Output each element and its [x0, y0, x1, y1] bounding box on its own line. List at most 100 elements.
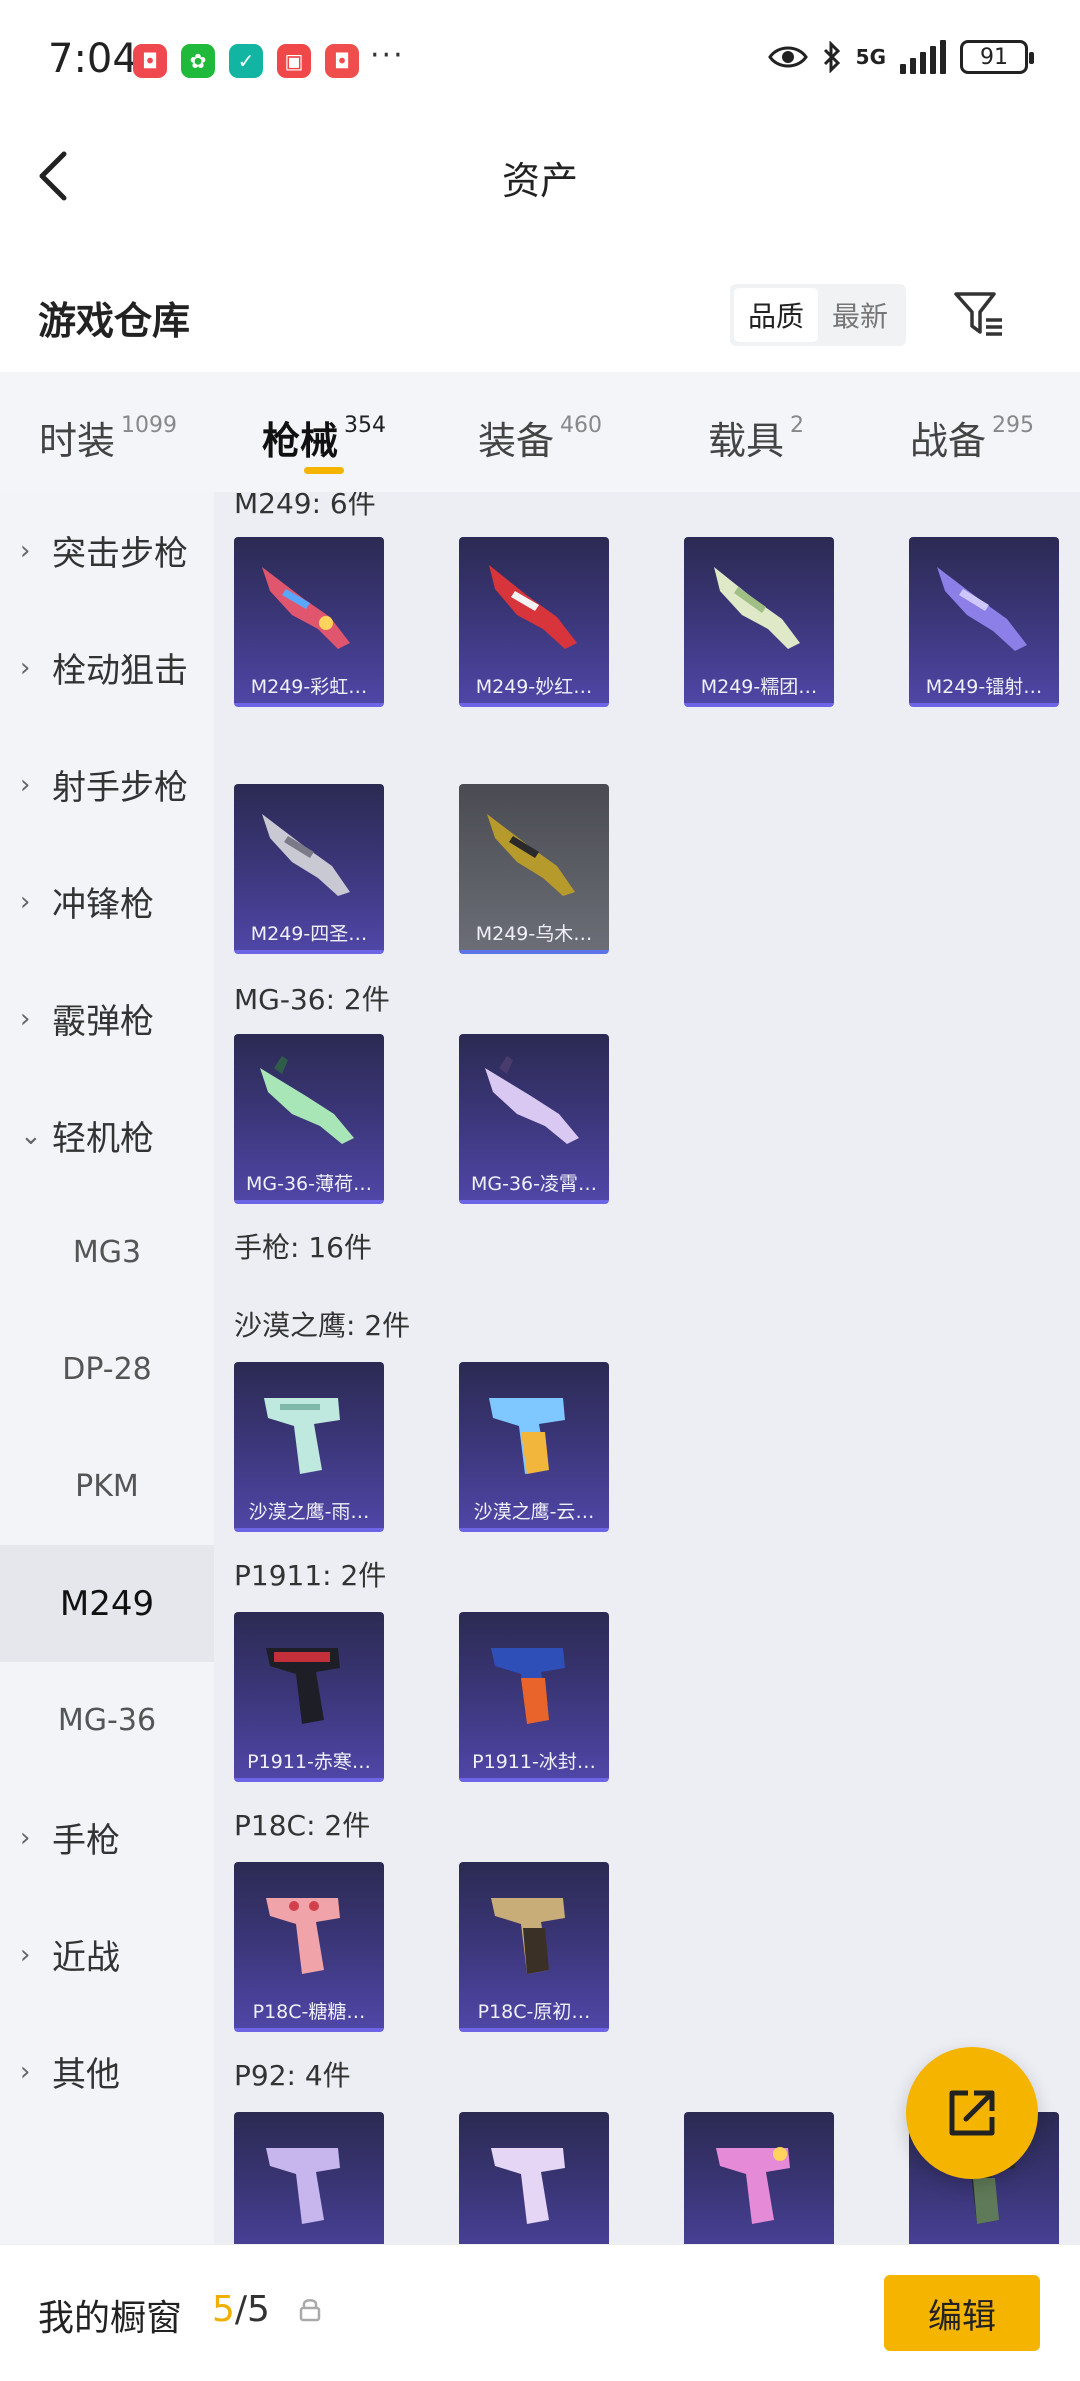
tab-vehicles[interactable]: 载具 2 [648, 372, 864, 492]
item-card[interactable]: M249-镭射… [909, 537, 1059, 707]
sidebar-subitem-mg36[interactable]: MG-36 [0, 1662, 214, 1779]
pistol-skin-image [264, 1398, 340, 1474]
tab-supplies[interactable]: 战备 295 [864, 372, 1080, 492]
network-5g-label: 5G [855, 45, 886, 69]
item-name: 沙漠之鹰-云… [473, 1501, 595, 1523]
sidebar-item-shotgun[interactable]: › 霰弹枪 [0, 960, 214, 1077]
rifle-skin-image [485, 1056, 579, 1144]
pistol-skin-image [491, 1648, 565, 1724]
item-card[interactable]: M249-乌木… [459, 784, 609, 954]
share-button[interactable] [906, 2047, 1038, 2179]
sidebar-item-label: 射手步枪 [52, 768, 188, 808]
item-card[interactable] [459, 2112, 609, 2244]
bluetooth-icon [823, 41, 840, 73]
item-card[interactable]: M249-糯团… [684, 537, 834, 707]
item-card[interactable]: P18C-原初… [459, 1862, 609, 2032]
signal-icon [900, 40, 946, 74]
sidebar-item-melee[interactable]: › 近战 [0, 1896, 214, 2013]
item-card[interactable] [684, 2112, 834, 2244]
pistol-skin-image [716, 2147, 790, 2224]
item-card[interactable]: P1911-赤寒… [234, 1612, 384, 1782]
item-card[interactable]: M249-四圣… [234, 784, 384, 954]
item-card[interactable]: P18C-糖糖… [234, 1862, 384, 2032]
sort-quality-button[interactable]: 品质 [734, 288, 818, 342]
tab-fashion[interactable]: 时装 1099 [0, 372, 216, 492]
gift-app-icon: ▣ [277, 44, 311, 78]
item-card[interactable]: M249-彩虹… [234, 537, 384, 707]
item-card[interactable] [234, 2112, 384, 2244]
item-name: MG-36-凌霄… [470, 1173, 597, 1195]
chevron-right-icon: › [20, 1822, 31, 1853]
tab-equipment[interactable]: 装备 460 [432, 372, 648, 492]
item-card[interactable]: 沙漠之鹰-云… [459, 1362, 609, 1532]
sidebar-item-pistol[interactable]: › 手枪 [0, 1779, 214, 1896]
filter-button[interactable] [950, 286, 1006, 342]
tab-count: 460 [560, 412, 602, 438]
tab-label: 装备 [477, 418, 554, 463]
group-label-pistol: 手枪: 16件 [234, 1231, 372, 1264]
tab-weapons[interactable]: 枪械 354 [216, 372, 432, 492]
sidebar-item-label: 近战 [52, 1938, 120, 1978]
chevron-right-icon: › [20, 769, 31, 800]
sort-latest-button[interactable]: 最新 [818, 288, 902, 342]
item-name: 沙漠之鹰-雨… [248, 1501, 370, 1523]
item-grid: M249: 6件 M249-彩虹… M249-妙红… M249-糯团… M249… [214, 492, 1080, 2244]
battery-level: 91 [980, 44, 1008, 70]
item-name: M249-妙红… [475, 676, 593, 698]
rifle-skin-image [487, 814, 575, 896]
tab-count: 354 [344, 412, 386, 438]
eye-icon [767, 46, 808, 68]
item-card[interactable]: P1911-冰封… [459, 1612, 609, 1782]
app-screen: 7:04 ◘ ✿ ✓ ▣ ◘ ··· 5G 91 资产 游戏仓库 品质 最新 时… [0, 0, 1080, 2381]
category-tabs: 时装 1099 枪械 354 装备 460 载具 2 战备 295 [0, 372, 1080, 492]
chevron-right-icon: › [20, 535, 31, 566]
rifle-skin-image [714, 567, 800, 649]
item-name: M249-糯团… [700, 676, 818, 698]
chevron-right-icon: › [20, 1003, 31, 1034]
security-app-icon: ✓ [229, 44, 263, 78]
showcase-total: /5 [234, 2289, 270, 2330]
showcase-label: 我的橱窗 [38, 2298, 183, 2339]
sidebar-subitem-mg3[interactable]: MG3 [0, 1194, 214, 1311]
rifle-skin-image [489, 565, 577, 649]
store-app-icon: ◘ [325, 44, 359, 78]
sidebar-item-label: 突击步枪 [52, 534, 188, 574]
chevron-down-icon: ⌄ [20, 1120, 42, 1151]
pistol-skin-image [491, 2148, 565, 2224]
showcase-bar: 我的橱窗 5/5 编辑 [0, 2244, 1080, 2381]
nav-header: 资产 [0, 124, 1080, 228]
item-name: M249-四圣… [250, 923, 368, 945]
status-bar: 7:04 ◘ ✿ ✓ ▣ ◘ ··· 5G 91 [0, 0, 1080, 124]
item-card[interactable]: MG-36-凌霄… [459, 1034, 609, 1204]
sidebar-subitem-m249[interactable]: M249 [0, 1545, 214, 1662]
group-label-p18c: P18C: 2件 [234, 1809, 371, 1842]
sidebar-subitem-dp28[interactable]: DP-28 [0, 1311, 214, 1428]
pistol-skin-image [266, 1898, 340, 1974]
tab-count: 2 [790, 412, 804, 438]
pistol-skin-image [491, 1898, 565, 1974]
notification-app-icons: ◘ ✿ ✓ ▣ ◘ [133, 44, 359, 78]
sidebar-item-smg[interactable]: › 冲锋枪 [0, 843, 214, 960]
sidebar-item-bolt-sniper[interactable]: › 栓动狙击 [0, 609, 214, 726]
item-card[interactable]: M249-妙红… [459, 537, 609, 707]
item-card[interactable]: 沙漠之鹰-雨… [234, 1362, 384, 1532]
item-name: P18C-糖糖… [252, 2001, 366, 2023]
chevron-right-icon: › [20, 1939, 31, 1970]
sidebar-item-lmg[interactable]: ⌄ 轻机枪 [0, 1077, 214, 1194]
group-label-p92: P92: 4件 [234, 2059, 351, 2092]
status-time: 7:04 [48, 36, 138, 82]
share-icon [949, 2090, 995, 2136]
sidebar-subitem-pkm[interactable]: PKM [0, 1428, 214, 1545]
item-name: P1911-赤寒… [247, 1751, 371, 1773]
showcase-current: 5 [212, 2289, 235, 2330]
sidebar-item-other[interactable]: › 其他 [0, 2013, 214, 2130]
sort-toggle: 品质 最新 [730, 284, 906, 346]
tab-label: 枪械 [261, 418, 338, 463]
sidebar-item-assault-rifle[interactable]: › 突击步枪 [0, 492, 214, 609]
edit-button[interactable]: 编辑 [884, 2275, 1040, 2351]
tab-count: 1099 [121, 412, 177, 438]
item-card[interactable]: MG-36-薄荷… [234, 1034, 384, 1204]
sidebar-item-marksman-rifle[interactable]: › 射手步枪 [0, 726, 214, 843]
tab-label: 战备 [909, 418, 986, 463]
tab-label: 载具 [707, 418, 784, 463]
